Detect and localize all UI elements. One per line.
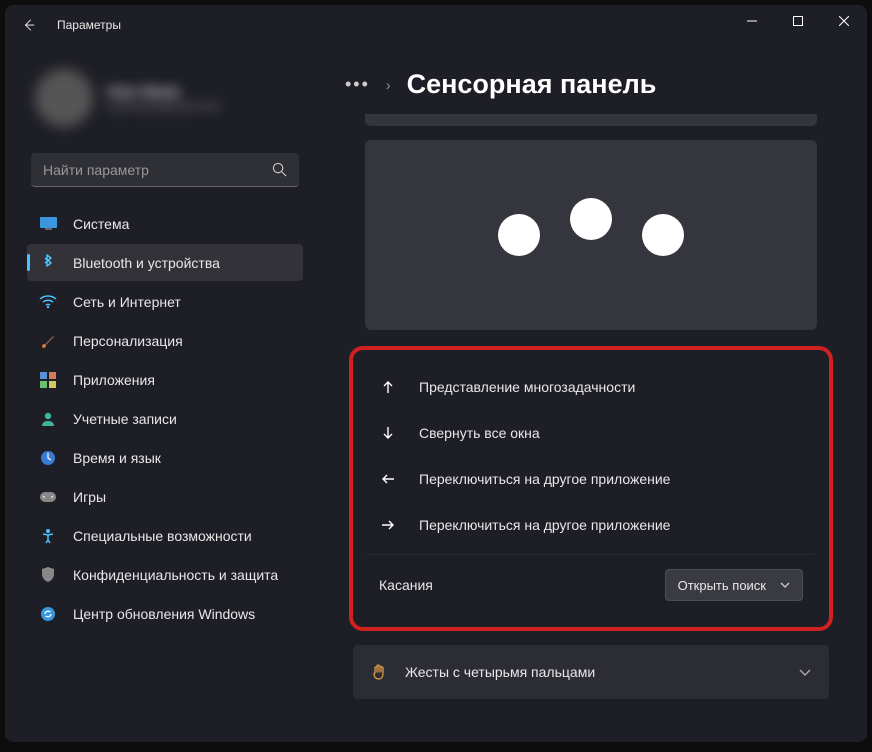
nav-label: Bluetooth и устройства [73,255,220,271]
close-icon [839,16,849,26]
gesture-illustration [365,140,817,330]
nav-item-network[interactable]: Сеть и Интернет [27,283,303,320]
nav-item-accessibility[interactable]: Специальные возможности [27,517,303,554]
three-finger-gestures-panel: Представление многозадачности Свернуть в… [349,346,833,631]
card-label: Жесты с четырьмя пальцами [405,664,595,680]
apps-icon [39,371,57,389]
nav-label: Игры [73,489,106,505]
maximize-button[interactable] [775,5,821,37]
nav-label: Учетные записи [73,411,177,427]
wifi-icon [39,293,57,311]
main-content: ••• › Сенсорная панель Представление мно… [315,45,867,742]
minimize-icon [747,16,757,26]
nav-item-windows-update[interactable]: Центр обновления Windows [27,595,303,632]
breadcrumb: ••• › Сенсорная панель [345,69,837,100]
nav-label: Сеть и Интернет [73,294,181,310]
chevron-right-icon: › [386,77,391,93]
breadcrumb-more[interactable]: ••• [345,74,370,95]
gesture-label: Свернуть все окна [419,425,540,441]
nav-label: Персонализация [73,333,183,349]
shield-icon [39,566,57,584]
sidebar: User Name username@mail.com Система Blue… [5,45,315,742]
arrow-right-icon [379,516,397,534]
nav-item-gaming[interactable]: Игры [27,478,303,515]
close-button[interactable] [821,5,867,37]
nav-item-apps[interactable]: Приложения [27,361,303,398]
update-icon [39,605,57,623]
nav-item-accounts[interactable]: Учетные записи [27,400,303,437]
bluetooth-icon [39,254,57,272]
nav: Система Bluetooth и устройства Сеть и Ин… [27,205,303,632]
gesture-swipe-right[interactable]: Переключиться на другое приложение [367,502,815,548]
touch-point-icon [642,214,684,256]
gesture-label: Представление многозадачности [419,379,635,395]
profile-block[interactable]: User Name username@mail.com [27,55,303,147]
nav-item-bluetooth[interactable]: Bluetooth и устройства [27,244,303,281]
nav-item-privacy[interactable]: Конфиденциальность и защита [27,556,303,593]
nav-label: Специальные возможности [73,528,252,544]
search-icon [272,162,287,177]
tap-label: Касания [379,577,433,593]
arrow-down-icon [379,424,397,442]
nav-label: Система [73,216,129,232]
nav-item-time-language[interactable]: Время и язык [27,439,303,476]
nav-item-system[interactable]: Система [27,205,303,242]
nav-label: Конфиденциальность и защита [73,567,278,583]
gesture-label: Переключиться на другое приложение [419,517,670,533]
minimize-button[interactable] [729,5,775,37]
search-box[interactable] [31,153,299,187]
chevron-down-icon [799,669,811,676]
avatar [35,69,93,127]
dropdown-value: Открыть поиск [678,578,766,593]
profile-name: User Name [107,83,221,99]
display-icon [39,215,57,233]
settings-window: Параметры User Name username@mail.com [5,5,867,742]
nav-label: Центр обновления Windows [73,606,255,622]
gamepad-icon [39,488,57,506]
collapsed-card-stub [365,114,817,126]
window-title: Параметры [57,18,121,32]
nav-label: Приложения [73,372,155,388]
profile-email: username@mail.com [107,99,221,113]
nav-item-personalization[interactable]: Персонализация [27,322,303,359]
arrow-up-icon [379,378,397,396]
arrow-left-icon [22,18,36,32]
body: User Name username@mail.com Система Blue… [5,45,867,742]
arrow-left-icon [379,470,397,488]
page-title: Сенсорная панель [407,69,657,100]
back-button[interactable] [13,9,45,41]
gesture-swipe-left[interactable]: Переключиться на другое приложение [367,456,815,502]
search-input[interactable] [43,162,272,178]
four-finger-gestures-card[interactable]: Жесты с четырьмя пальцами [353,645,829,699]
titlebar: Параметры [5,5,867,45]
gesture-swipe-up[interactable]: Представление многозадачности [367,364,815,410]
window-controls [729,5,867,37]
brush-icon [39,332,57,350]
tap-row: Касания Открыть поиск [367,554,815,615]
gesture-swipe-down[interactable]: Свернуть все окна [367,410,815,456]
hand-icon [371,663,389,681]
tap-action-dropdown[interactable]: Открыть поиск [665,569,803,601]
touch-point-icon [498,214,540,256]
clock-globe-icon [39,449,57,467]
chevron-down-icon [780,582,790,588]
user-icon [39,410,57,428]
gesture-label: Переключиться на другое приложение [419,471,670,487]
touch-point-icon [570,198,612,240]
accessibility-icon [39,527,57,545]
nav-label: Время и язык [73,450,161,466]
maximize-icon [793,16,803,26]
